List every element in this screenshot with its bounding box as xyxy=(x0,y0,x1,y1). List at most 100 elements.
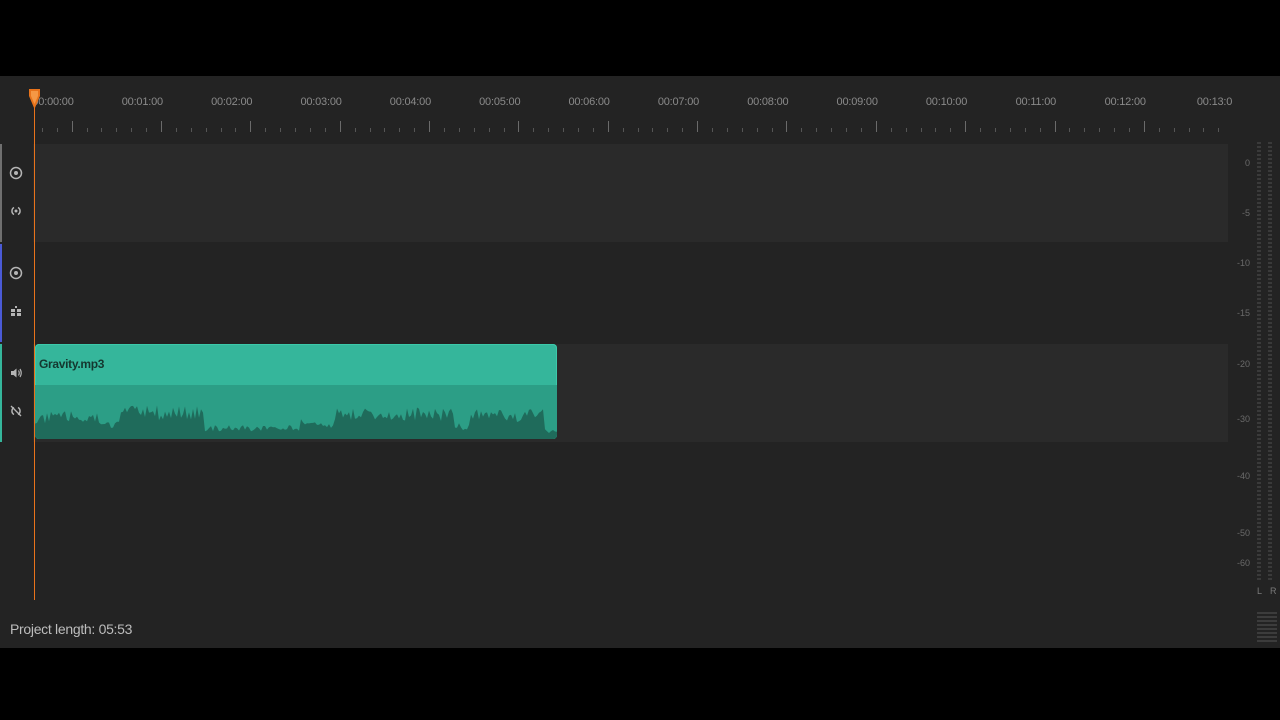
ruler-tick xyxy=(1084,128,1086,132)
time-ruler[interactable]: 00:00:00 00:01:00 00:02:00 00:03:00 00:04:00… xyxy=(0,76,1233,134)
ruler-tick xyxy=(652,128,654,132)
ruler-tick xyxy=(1173,128,1175,132)
ruler-tick xyxy=(41,128,43,132)
ruler-tick xyxy=(846,128,848,132)
ruler-tick xyxy=(577,128,579,132)
ruler-tick xyxy=(1218,128,1220,132)
ruler-tick xyxy=(146,128,148,132)
clip-name: Gravity.mp3 xyxy=(39,357,105,371)
meter-label-left: L xyxy=(1257,586,1263,596)
track-lane[interactable] xyxy=(33,244,1228,342)
ruler-tick xyxy=(1099,128,1101,132)
ruler-tick xyxy=(950,128,952,132)
effects-icon[interactable] xyxy=(8,304,24,320)
ruler-tick xyxy=(801,128,803,132)
playhead-line[interactable] xyxy=(34,90,35,600)
ruler-tick xyxy=(518,121,520,132)
ruler-tick xyxy=(607,121,609,132)
ruler-tick xyxy=(443,128,445,132)
ruler-label: 00:05:00 xyxy=(479,96,521,108)
ruler-tick xyxy=(697,121,699,132)
ruler-tick xyxy=(935,128,937,132)
track-color-bar xyxy=(0,144,2,242)
ruler-tick xyxy=(890,128,892,132)
meter-scale-label: -5 xyxy=(1241,208,1250,218)
unlink-icon[interactable] xyxy=(8,403,24,419)
meter-scale-label: -50 xyxy=(1236,528,1250,538)
ruler-tick xyxy=(637,128,639,132)
ruler-tick xyxy=(399,128,401,132)
ruler-tick xyxy=(473,128,475,132)
ruler-tick xyxy=(756,128,758,132)
meter-label-right: R xyxy=(1270,586,1277,596)
visibility-icon[interactable] xyxy=(8,265,24,281)
ruler-tick xyxy=(220,128,222,132)
meter-resize-grip[interactable] xyxy=(1257,612,1277,642)
ruler-tick xyxy=(354,128,356,132)
ruler-tick xyxy=(980,128,982,132)
ruler-tick xyxy=(1128,128,1130,132)
audio-level-meter: L R 0 -5 -10 -15 -20 -30 -40 -50 -60 xyxy=(1230,136,1280,648)
meter-scale-label: -40 xyxy=(1236,471,1250,481)
audio-clip[interactable]: Gravity.mp3 xyxy=(35,344,557,439)
meter-right-channel xyxy=(1268,142,1272,582)
ruler-tick xyxy=(816,128,818,132)
ruler-tick xyxy=(741,128,743,132)
visibility-icon[interactable] xyxy=(8,165,24,181)
ruler-tick xyxy=(592,128,594,132)
ruler-tick xyxy=(116,128,118,132)
ruler-tick xyxy=(309,128,311,132)
ruler-tick xyxy=(250,121,252,132)
ruler-tick xyxy=(235,128,237,132)
ruler-tick xyxy=(175,128,177,132)
waveform-shape xyxy=(35,405,557,439)
track-lane[interactable] xyxy=(33,144,1228,242)
timeline-editor: 00:00:00 00:01:00 00:02:00 00:03:00 00:04:00… xyxy=(0,76,1280,648)
ruler-tick xyxy=(1114,128,1116,132)
ruler-label: 00:10:00 xyxy=(925,96,968,108)
track-video xyxy=(0,144,1228,242)
playhead-handle[interactable] xyxy=(28,88,41,110)
ruler-tick xyxy=(161,121,163,132)
ruler-tick xyxy=(1069,128,1071,132)
ruler-label: 00:01:00 xyxy=(121,96,163,108)
ruler-tick xyxy=(56,128,58,132)
ruler-tick xyxy=(1054,121,1056,132)
ruler-tick xyxy=(205,128,207,132)
ruler-label: 00:13:0 xyxy=(1196,96,1233,108)
ruler-tick xyxy=(682,128,684,132)
ruler-tick xyxy=(131,128,133,132)
ruler-tick xyxy=(458,128,460,132)
meter-scale-label: -60 xyxy=(1236,558,1250,568)
ruler-tick xyxy=(265,128,267,132)
ruler-tick xyxy=(786,121,788,132)
ruler-label: 00:03:00 xyxy=(300,96,342,108)
ruler-tick xyxy=(1143,121,1145,132)
ruler-label: 00:06:00 xyxy=(568,96,610,108)
ruler-tick xyxy=(965,121,967,132)
audio-waveform xyxy=(35,405,557,439)
ruler-tick xyxy=(771,128,773,132)
ruler-label: 00:12:00 xyxy=(1104,96,1146,108)
ruler-label: 00:04:00 xyxy=(389,96,431,108)
link-icon[interactable] xyxy=(8,203,24,219)
ruler-tick xyxy=(548,128,550,132)
meter-scale-label: -10 xyxy=(1236,258,1250,268)
ruler-tick xyxy=(1024,128,1026,132)
ruler-tick xyxy=(622,128,624,132)
speaker-icon[interactable] xyxy=(8,365,24,381)
ruler-tick xyxy=(503,128,505,132)
ruler-tick xyxy=(384,128,386,132)
meter-scale-label: -15 xyxy=(1236,308,1250,318)
ruler-tick xyxy=(71,121,73,132)
ruler-tick xyxy=(339,121,341,132)
ruler-tick xyxy=(369,128,371,132)
meter-left-channel xyxy=(1257,142,1261,582)
ruler-tick xyxy=(563,128,565,132)
ruler-label: 00:07:00 xyxy=(657,96,700,108)
ruler-tick xyxy=(726,128,728,132)
ruler-tick xyxy=(1039,128,1041,132)
ruler-label: 00:09:00 xyxy=(836,96,878,108)
ruler-label: 00:08:00 xyxy=(747,96,789,108)
track-color-bar xyxy=(0,244,2,342)
